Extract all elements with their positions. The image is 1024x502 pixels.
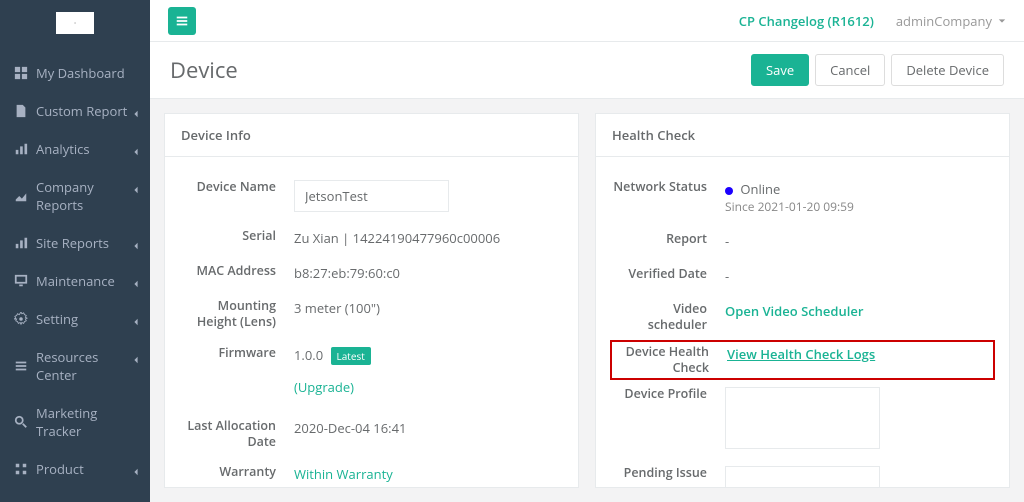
mount-label: Mounting Height (Lens): [181, 298, 276, 331]
status-dot-icon: [725, 187, 733, 195]
sidebar-item-label: Marketing Tracker: [36, 404, 138, 440]
sidebar-item-company-reports[interactable]: Company Reports: [0, 168, 150, 224]
chevron-left-icon: [132, 142, 140, 160]
sidebar-item-site-reports[interactable]: Site Reports: [0, 224, 150, 262]
delete-device-button[interactable]: Delete Device: [891, 54, 1004, 86]
chevron-left-icon: [132, 350, 140, 368]
document-icon: [14, 104, 28, 118]
logo: ·: [56, 12, 94, 34]
warranty-label: Warranty: [181, 464, 276, 480]
grid-icon: [14, 462, 28, 476]
chevron-left-icon: [132, 312, 140, 330]
chevron-left-icon: [132, 274, 140, 292]
hamburger-icon: [175, 14, 189, 28]
sidebar-item-label: Product: [36, 460, 84, 478]
pending-issue-label: Pending Issue: [612, 465, 707, 481]
topbar: CP Changelog (R1612) adminCompany: [150, 0, 1024, 42]
mount-value: 3 meter (100"): [294, 298, 562, 317]
sidebar-item-resources[interactable]: Resources Center: [0, 338, 150, 394]
sidebar-item-product[interactable]: Product: [0, 450, 150, 488]
upgrade-link[interactable]: (Upgrade): [294, 378, 354, 396]
changelog-link[interactable]: CP Changelog (R1612): [739, 12, 874, 30]
panel-title: Health Check: [596, 114, 1009, 157]
warranty-status[interactable]: Within Warranty: [294, 465, 393, 483]
sidebar-item-label: Maintenance: [36, 272, 115, 290]
logo-area: ·: [0, 0, 150, 54]
sidebar-item-label: Analytics: [36, 140, 90, 158]
sidebar-item-setting[interactable]: Setting: [0, 300, 150, 338]
device-name-input[interactable]: [294, 180, 449, 212]
device-profile-box: [725, 387, 880, 449]
open-video-scheduler-link[interactable]: Open Video Scheduler: [725, 302, 864, 320]
sidebar-item-analytics[interactable]: Analytics: [0, 130, 150, 168]
sidebar-item-label: My Dashboard: [36, 64, 125, 82]
device-health-check-row: Device Health Check View Health Check Lo…: [610, 340, 995, 381]
verified-label: Verified Date: [612, 266, 707, 282]
device-health-check-label: Device Health Check: [614, 344, 709, 377]
menu-toggle-button[interactable]: [168, 7, 196, 35]
alloc-label: Last Allocation Date: [181, 418, 276, 451]
mac-label: MAC Address: [181, 263, 276, 279]
verified-value: -: [725, 266, 993, 285]
sidebar-item-maintenance[interactable]: Maintenance: [0, 262, 150, 300]
firmware-version: 1.0.0: [294, 346, 323, 364]
sidebar: · My Dashboard Custom Report Analytics C…: [0, 0, 150, 502]
sidebar-item-dashboard[interactable]: My Dashboard: [0, 54, 150, 92]
monitor-icon: [14, 274, 28, 288]
search-icon: [14, 415, 28, 429]
video-scheduler-label: Video scheduler: [612, 301, 707, 334]
firmware-label: Firmware: [181, 345, 276, 361]
pending-issue-box: [725, 466, 880, 487]
bar-chart-icon: [14, 236, 28, 250]
cancel-button[interactable]: Cancel: [815, 54, 885, 86]
sidebar-item-custom-report[interactable]: Custom Report: [0, 92, 150, 130]
report-value: -: [725, 231, 993, 250]
user-name: adminCompany: [896, 12, 992, 30]
network-status-label: Network Status: [612, 179, 707, 195]
serial-value: Zu Xian | 14224190477960c00006: [294, 228, 562, 247]
chevron-left-icon: [132, 236, 140, 254]
mac-value: b8:27:eb:79:60:c0: [294, 263, 562, 282]
save-button[interactable]: Save: [751, 54, 809, 86]
chevron-left-icon: [132, 180, 140, 198]
chevron-down-icon: [998, 17, 1006, 25]
panel-title: Device Info: [165, 114, 578, 157]
page-title: Device: [170, 55, 238, 85]
sidebar-item-label: Custom Report: [36, 102, 127, 120]
network-since: Since 2021-01-20 09:59: [725, 198, 993, 215]
sidebar-item-label: Setting: [36, 310, 78, 328]
sidebar-item-label: Company Reports: [36, 178, 138, 214]
sidebar-item-label: Site Reports: [36, 234, 109, 252]
device-profile-label: Device Profile: [612, 386, 707, 402]
page-header: Device Save Cancel Delete Device: [150, 42, 1024, 99]
chevron-left-icon: [132, 462, 140, 480]
line-chart-icon: [14, 189, 28, 203]
firmware-badge: Latest: [331, 347, 371, 365]
sidebar-item-marketing[interactable]: Marketing Tracker: [0, 394, 150, 450]
health-check-panel: Health Check Network Status Online Since…: [595, 113, 1010, 488]
view-health-check-logs-link[interactable]: View Health Check Logs: [727, 345, 875, 363]
alloc-value: 2020-Dec-04 16:41: [294, 418, 562, 437]
bar-chart-icon: [14, 142, 28, 156]
gear-icon: [14, 312, 28, 326]
dashboard-icon: [14, 66, 28, 80]
list-icon: [14, 359, 28, 373]
device-name-label: Device Name: [181, 179, 276, 195]
network-status-value: Online: [740, 180, 780, 198]
report-label: Report: [612, 231, 707, 247]
chevron-left-icon: [132, 104, 140, 122]
serial-label: Serial: [181, 228, 276, 244]
user-menu[interactable]: adminCompany: [896, 12, 1006, 30]
sidebar-item-label: Resources Center: [36, 348, 138, 384]
device-info-panel: Device Info Device Name Serial Zu Xian |…: [164, 113, 579, 488]
